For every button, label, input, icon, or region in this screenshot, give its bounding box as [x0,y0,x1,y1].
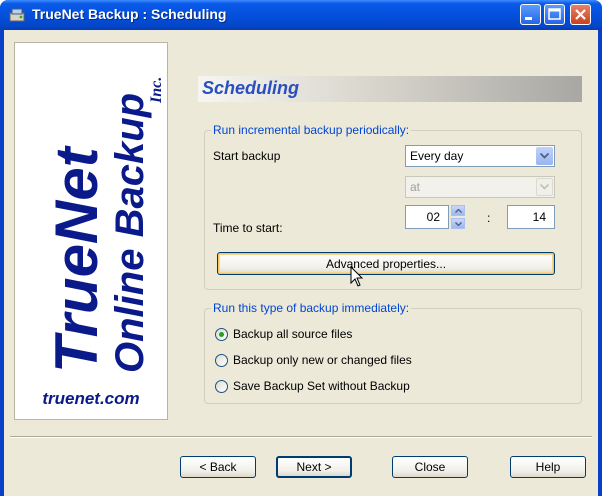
logo-line1: TrueNet [43,144,110,373]
app-icon [9,8,25,22]
incremental-backup-legend: Run incremental backup periodically: [211,123,412,137]
back-button[interactable]: < Back [180,456,256,478]
time-to-start-label: Time to start: [213,221,283,235]
brand-logo: TrueNet Online Backup Inc. truenet.com [14,42,168,420]
dropdown-arrow-icon [536,178,553,196]
page-heading-banner: Scheduling [198,76,582,102]
minute-value: 14 [532,210,546,224]
logo-url: truenet.com [42,389,140,408]
logo-line2: Online Backup [108,93,152,373]
frequency-dropdown[interactable]: Every day [405,145,555,167]
minimize-button[interactable] [520,4,541,25]
app-window: TrueNet Backup : Scheduling TrueNet Onli… [0,0,602,496]
logo-graphic: TrueNet Online Backup Inc. [43,77,165,373]
help-button[interactable]: Help [510,456,586,478]
spin-up-icon[interactable] [451,205,465,216]
frequency-value: Every day [410,149,464,163]
start-backup-label: Start backup [213,149,281,163]
radio-save-set[interactable] [215,380,228,393]
radio-backup-new[interactable] [215,354,228,367]
dialog-body: TrueNet Online Backup Inc. truenet.com S… [4,30,598,496]
logo-inc: Inc. [148,77,165,104]
dropdown-arrow-icon[interactable] [536,147,553,165]
maximize-button[interactable] [544,4,565,25]
at-dropdown: at [405,176,555,198]
title-bar[interactable]: TrueNet Backup : Scheduling [0,0,602,30]
next-button[interactable]: Next > [276,456,352,478]
immediate-backup-legend: Run this type of backup immediately: [211,301,412,315]
radio-label-backup-new[interactable]: Backup only new or changed files [233,353,412,367]
maximize-icon [548,8,561,20]
at-value: at [410,180,421,194]
radio-backup-all[interactable] [215,328,228,341]
minimize-icon [525,17,532,20]
hour-spinner[interactable] [451,205,465,229]
footer-divider [10,436,592,438]
radio-label-save-set[interactable]: Save Backup Set without Backup [233,379,410,393]
hour-value: 02 [426,210,440,224]
incremental-backup-group: Run incremental backup periodically: Sta… [204,123,582,290]
minute-field[interactable]: 14 [507,205,555,229]
close-window-button[interactable] [570,4,591,25]
time-colon: : [487,211,491,225]
mouse-cursor-icon [350,266,364,287]
window-title: TrueNet Backup : Scheduling [32,6,227,22]
page-title: Scheduling [202,78,300,98]
immediate-backup-group: Run this type of backup immediately: Bac… [204,301,582,404]
hour-field[interactable]: 02 [405,205,449,229]
radio-label-backup-all[interactable]: Backup all source files [233,327,352,341]
advanced-properties-button[interactable]: Advanced properties... [217,252,555,275]
spin-down-icon[interactable] [451,218,465,229]
close-icon [575,9,586,20]
close-button[interactable]: Close [392,456,468,478]
